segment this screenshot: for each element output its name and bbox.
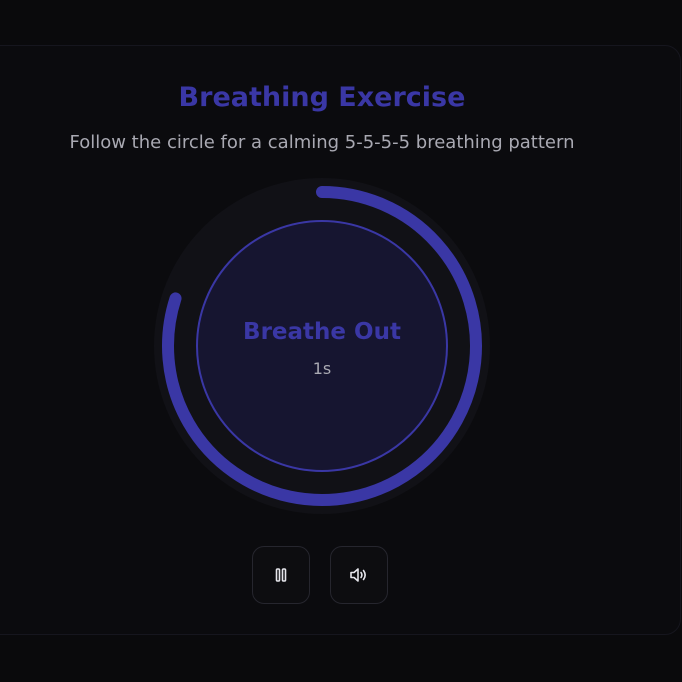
page-subtitle: Follow the circle for a calming 5-5-5-5 … bbox=[69, 132, 575, 153]
pause-icon bbox=[275, 568, 287, 582]
controls bbox=[252, 546, 388, 604]
breathing-circle: Breathe Out 1s bbox=[152, 176, 492, 516]
volume-icon bbox=[350, 568, 366, 582]
sound-button[interactable] bbox=[330, 546, 388, 604]
pause-button[interactable] bbox=[252, 546, 310, 604]
page-title: Breathing Exercise bbox=[178, 82, 466, 113]
phase-countdown: 1s bbox=[312, 359, 332, 378]
phase-label: Breathe Out bbox=[243, 319, 401, 345]
